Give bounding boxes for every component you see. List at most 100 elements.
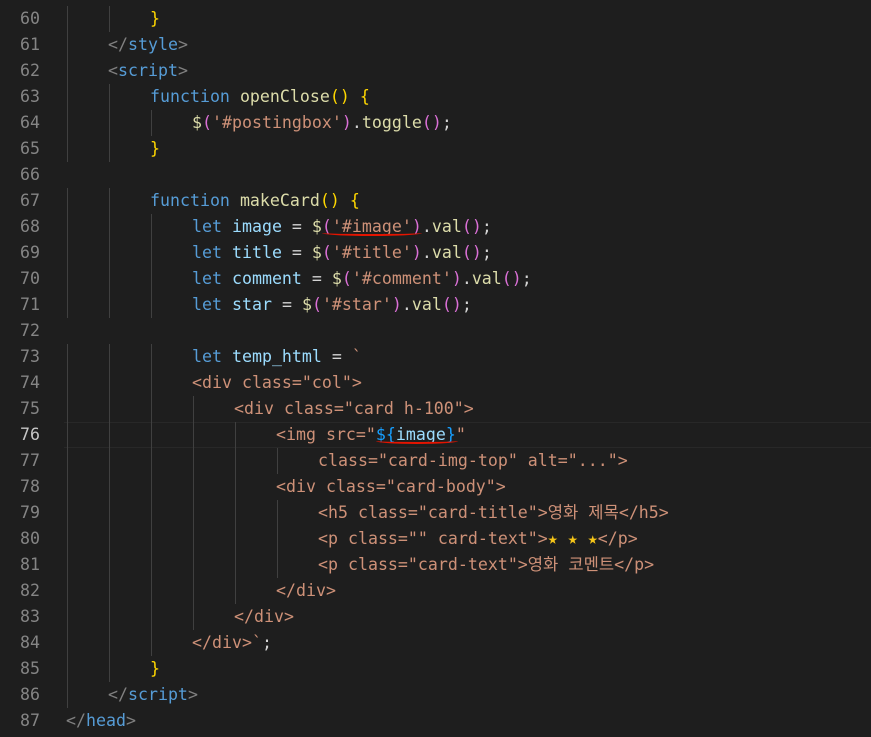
code-token: = (321, 347, 352, 366)
code-token: script (118, 61, 178, 80)
indent-guide (193, 396, 194, 422)
code-token: ( (341, 269, 352, 288)
indent-guide (67, 84, 68, 110)
code-line[interactable]: 68 let image = $('#image').val(); (0, 214, 871, 240)
code-line[interactable]: 67 function makeCard() { (0, 188, 871, 214)
line-number: 64 (20, 113, 40, 132)
code-line[interactable]: 62 <script> (0, 58, 871, 84)
line-number: 70 (20, 269, 40, 288)
code-token: () (421, 113, 442, 132)
indent-guide (151, 292, 152, 318)
code-token: $ (301, 295, 312, 314)
code-token: . (421, 243, 432, 262)
indent-guide (67, 604, 68, 630)
indent-guide (151, 474, 152, 500)
code-token: let (192, 269, 222, 288)
code-line[interactable]: 60} (0, 6, 871, 32)
indent-guide (277, 500, 278, 526)
code-line[interactable]: 65} (0, 136, 871, 162)
indent-guide (67, 656, 68, 682)
code-line[interactable]: 87 </head> (0, 708, 871, 734)
code-token: function (150, 191, 230, 210)
code-token: <p class="" card-text"> (318, 529, 548, 548)
line-number: 85 (20, 659, 40, 678)
code-token: <div class="card h-100"> (234, 399, 474, 418)
indent-guide (109, 214, 110, 240)
code-token: = (281, 243, 312, 262)
code-line[interactable]: 64 $('#postingbox').toggle(); (0, 110, 871, 136)
indent-guide (151, 578, 152, 604)
code-token: " (455, 425, 466, 444)
code-token: ${ (375, 425, 396, 444)
code-text: $('#postingbox').toggle(); (192, 110, 452, 136)
code-token: ★ ★ ★ (547, 529, 598, 548)
code-token: <div class="col"> (192, 373, 362, 392)
indent-guide (67, 578, 68, 604)
code-line[interactable]: 61 </style> (0, 32, 871, 58)
indent-guide (277, 448, 278, 474)
code-line[interactable]: 66 (0, 162, 871, 188)
code-line[interactable]: 83 </div> (0, 604, 871, 630)
code-line[interactable]: 69 let title = $('#title').val(); (0, 240, 871, 266)
indent-guide (193, 578, 194, 604)
indent-guide (109, 526, 110, 552)
indent-guide (67, 266, 68, 292)
code-line[interactable]: 82 </div> (0, 578, 871, 604)
line-number: 77 (20, 451, 40, 470)
code-line[interactable]: 76 <img src="${image}" (0, 422, 871, 448)
code-line[interactable]: 74 <div class="col"> (0, 370, 871, 396)
code-text: let comment = $('#comment').val(); (192, 266, 532, 292)
code-line[interactable]: 78 <div class="card-body"> (0, 474, 871, 500)
indent-guide (151, 422, 152, 448)
code-line[interactable]: 79 <h5 class="card-title">영화 제목</h5> (0, 500, 871, 526)
indent-guide (235, 448, 236, 474)
code-token: ; (261, 633, 272, 652)
code-token: let (192, 347, 222, 366)
code-line[interactable]: 80 <p class="" card-text">★ ★ ★</p> (0, 526, 871, 552)
indent-guide (151, 370, 152, 396)
code-token: = (281, 217, 312, 236)
code-line[interactable]: 70 let comment = $('#comment').val(); (0, 266, 871, 292)
indent-guide (109, 292, 110, 318)
code-line[interactable]: 85} (0, 656, 871, 682)
code-line[interactable]: 81 <p class="card-text">영화 코멘트</p> (0, 552, 871, 578)
code-token: makeCard (239, 191, 320, 210)
indent-guide (109, 344, 110, 370)
code-token: > (177, 61, 188, 80)
indent-guide (109, 500, 110, 526)
indent-guide (151, 396, 152, 422)
code-line[interactable]: 63 function openClose() { (0, 84, 871, 110)
line-number: 79 (20, 503, 40, 522)
code-token: ; (521, 269, 532, 288)
indent-guide (67, 32, 68, 58)
line-number: 67 (20, 191, 40, 210)
indent-guide (151, 110, 152, 136)
code-line[interactable]: 73 let temp_html = ` (0, 344, 871, 370)
indent-guide (109, 240, 110, 266)
code-token: > (187, 685, 198, 704)
indent-guide (235, 526, 236, 552)
code-line[interactable]: 77 class="card-img-top" alt="..."> (0, 448, 871, 474)
code-editor[interactable]: 60} 61 </style> 62 <script> 63 function openCl… (0, 0, 871, 737)
code-text: } (150, 136, 160, 162)
code-line[interactable]: 75 <div class="card h-100"> (0, 396, 871, 422)
code-token: $ (331, 269, 342, 288)
code-token: star (231, 295, 272, 314)
indent-guide (151, 448, 152, 474)
code-token: ; (481, 217, 492, 236)
indent-guide (109, 6, 110, 32)
indent-guide (235, 578, 236, 604)
code-token: title (231, 243, 282, 262)
code-line[interactable]: 86 </script> (0, 682, 871, 708)
line-number: 83 (20, 607, 40, 626)
code-line[interactable]: 84 </div>`; (0, 630, 871, 656)
code-text: <p class="card-text">영화 코멘트</p> (318, 552, 654, 578)
indent-guide (109, 552, 110, 578)
code-token: temp_html (231, 347, 322, 366)
code-line[interactable]: 71 let star = $('#star').val(); (0, 292, 871, 318)
code-token: '#star' (321, 295, 392, 314)
code-line[interactable]: 72 (0, 318, 871, 344)
